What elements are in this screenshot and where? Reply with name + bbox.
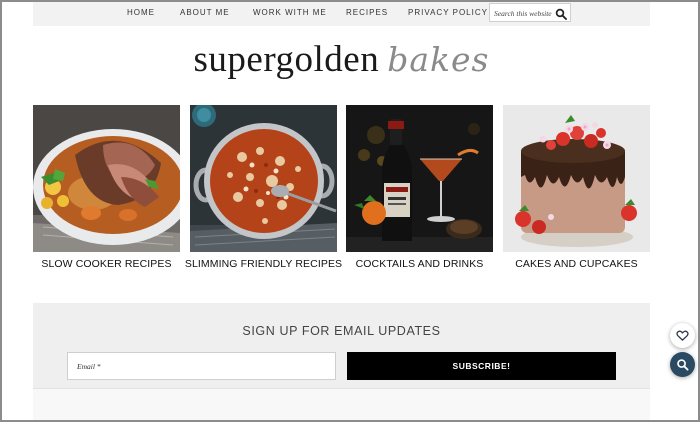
nav-item-privacy-policy[interactable]: PRIVACY POLICY bbox=[408, 8, 488, 17]
top-navigation: HOME ABOUT ME WORK WITH ME RECIPES PRIVA… bbox=[33, 0, 650, 26]
category-label[interactable]: CAKES AND CUPCAKES bbox=[497, 257, 656, 272]
nav-item-home[interactable]: HOME bbox=[127, 8, 155, 17]
floating-search-button[interactable] bbox=[670, 352, 695, 377]
category-slimming-friendly[interactable]: SLIMMING FRIENDLY RECIPES bbox=[185, 105, 342, 295]
page: HOME ABOUT ME WORK WITH ME RECIPES PRIVA… bbox=[33, 0, 650, 422]
search-icon[interactable] bbox=[555, 7, 567, 20]
category-cocktails[interactable]: COCKTAILS AND DRINKS bbox=[346, 105, 493, 295]
nav-item-recipes[interactable]: RECIPES bbox=[346, 8, 388, 17]
category-label[interactable]: SLIMMING FRIENDLY RECIPES bbox=[184, 257, 343, 272]
site-logo[interactable]: supergolden bakes bbox=[33, 38, 650, 81]
slow-cooker-image[interactable] bbox=[33, 105, 180, 252]
category-cakes[interactable]: CAKES AND CUPCAKES bbox=[503, 105, 650, 295]
category-label[interactable]: SLOW COOKER RECIPES bbox=[27, 257, 186, 272]
nav-item-about-me[interactable]: ABOUT ME bbox=[180, 8, 230, 17]
logo-accent-text: bakes bbox=[387, 40, 490, 79]
casserole-image[interactable] bbox=[190, 105, 337, 252]
logo-main-text: supergolden bbox=[193, 39, 380, 80]
favorite-button[interactable] bbox=[670, 323, 695, 348]
email-field[interactable] bbox=[67, 352, 336, 380]
heart-icon bbox=[676, 330, 689, 341]
footer-band bbox=[33, 388, 650, 422]
nav-item-work-with-me[interactable]: WORK WITH ME bbox=[253, 8, 327, 17]
search-form bbox=[489, 3, 571, 22]
cake-image[interactable] bbox=[503, 105, 650, 252]
category-label[interactable]: COCKTAILS AND DRINKS bbox=[340, 257, 499, 272]
signup-title: SIGN UP FOR EMAIL UPDATES bbox=[242, 324, 441, 338]
subscribe-button[interactable]: SUBSCRIBE! bbox=[347, 352, 616, 380]
category-slow-cooker[interactable]: SLOW COOKER RECIPES bbox=[33, 105, 180, 295]
search-icon bbox=[677, 359, 689, 371]
search-input[interactable] bbox=[494, 6, 556, 20]
cocktail-image[interactable] bbox=[346, 105, 493, 252]
